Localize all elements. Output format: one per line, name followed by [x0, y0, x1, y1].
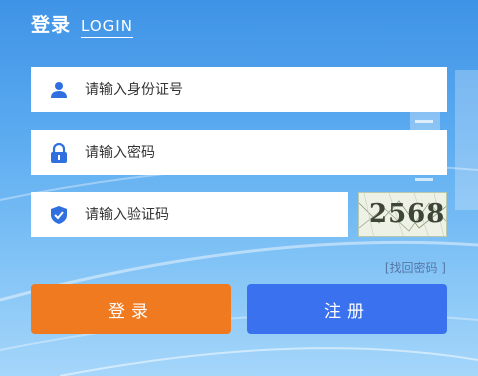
user-icon: [49, 80, 69, 100]
captcha-code: 2568: [369, 199, 446, 229]
register-button[interactable]: 注册: [247, 284, 447, 334]
password-field[interactable]: [31, 130, 447, 175]
captcha-input[interactable]: [83, 205, 348, 224]
password-input[interactable]: [83, 143, 447, 162]
id-number-field[interactable]: [31, 67, 447, 112]
shield-check-icon: [49, 205, 69, 225]
lock-icon: [49, 142, 69, 163]
forgot-password-link[interactable]: [找回密码 ]: [385, 259, 446, 276]
captcha-field[interactable]: [31, 192, 348, 237]
id-number-input[interactable]: [83, 80, 447, 99]
login-panel: 登录 LOGIN 2568 [找回密码 ] 登录 注册: [0, 0, 478, 376]
captcha-image[interactable]: 2568: [358, 192, 447, 237]
login-header: 登录 LOGIN: [31, 10, 133, 38]
login-button[interactable]: 登录: [31, 284, 231, 334]
login-title: 登录: [31, 14, 72, 36]
login-subtitle: LOGIN: [81, 17, 133, 38]
